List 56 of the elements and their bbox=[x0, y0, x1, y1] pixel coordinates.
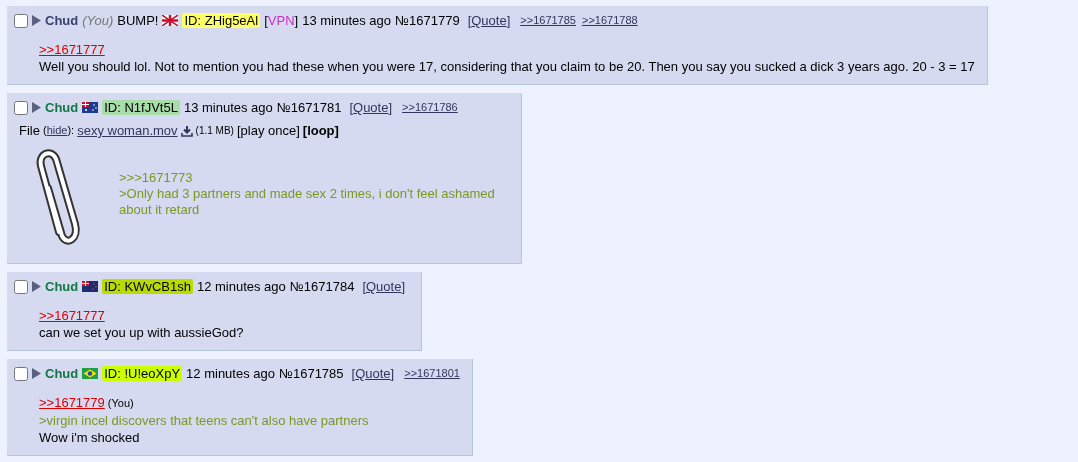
download-icon[interactable] bbox=[180, 124, 193, 137]
post-number[interactable]: №1671784 bbox=[289, 279, 355, 294]
poster-id: ID: N1fJVt5L bbox=[102, 100, 180, 115]
post-number[interactable]: №1671785 bbox=[279, 366, 344, 381]
poster-id: ID: !U!eoXpY bbox=[102, 366, 183, 381]
post-checkbox[interactable] bbox=[14, 279, 28, 294]
quote-link[interactable]: [Quote] bbox=[351, 366, 395, 381]
post-text: can we set you up with aussieGod? bbox=[39, 324, 244, 341]
flag-icon bbox=[82, 102, 99, 113]
reply-link[interactable]: >>1671779 bbox=[39, 394, 105, 411]
flag-icon bbox=[162, 15, 179, 26]
quote-link[interactable]: [Quote] bbox=[467, 13, 511, 28]
file-link[interactable]: sexy woman.mov bbox=[77, 123, 178, 138]
you-label: (You) bbox=[107, 396, 134, 411]
greentext-line: >>>1671773 bbox=[119, 170, 194, 186]
poster-id: ID: KWvCB1sh bbox=[102, 279, 193, 294]
expand-icon[interactable] bbox=[32, 281, 41, 292]
post-time: 12 minutes ago bbox=[196, 279, 286, 294]
post-checkbox[interactable] bbox=[14, 366, 28, 381]
vpn-tag: [VPN] bbox=[264, 13, 299, 28]
poster-id: ID: ZHig5eAl bbox=[182, 13, 261, 28]
hide-link[interactable]: (hide): bbox=[42, 123, 75, 138]
play-once-link[interactable]: [play once] bbox=[236, 123, 300, 138]
greentext-line: >virgin incel discovers that teens can't also have partners bbox=[39, 412, 369, 429]
loop-link[interactable]: [loop] bbox=[302, 123, 339, 138]
file-label: File bbox=[19, 123, 40, 138]
greentext-line: >Only had 3 partners and made sex 2 times, i don't feel ashamed about it retard bbox=[119, 186, 496, 218]
poster-name: Chud bbox=[45, 279, 79, 294]
post-number[interactable]: №1671779 bbox=[395, 13, 460, 28]
post-time: 12 minutes ago bbox=[186, 366, 275, 381]
expand-icon[interactable] bbox=[32, 368, 41, 379]
poster-name: Chud bbox=[45, 100, 79, 115]
poster-name: Chud bbox=[45, 366, 79, 381]
post-text: Well you should lol. Not to mention you had these when you were 17, considering that you claim to be 20. Then you say you sucked a dick 3 years ago. 20 - 3 = 17 bbox=[39, 58, 975, 75]
flag-icon bbox=[82, 281, 99, 292]
flag-icon bbox=[82, 368, 99, 379]
you-label: (You) bbox=[82, 13, 114, 28]
post-text: Wow i'm shocked bbox=[39, 429, 141, 446]
backlink[interactable]: >>1671786 bbox=[402, 100, 458, 115]
quote-link[interactable]: [Quote] bbox=[349, 100, 393, 115]
poster-name: Chud bbox=[45, 13, 79, 28]
expand-icon[interactable] bbox=[32, 15, 41, 26]
reply-link[interactable]: >>1671777 bbox=[39, 41, 105, 58]
post-number[interactable]: №1671781 bbox=[276, 100, 342, 115]
backlink[interactable]: >>1671785 bbox=[520, 13, 576, 28]
reply-link[interactable]: >>1671777 bbox=[39, 307, 105, 324]
post-checkbox[interactable] bbox=[14, 100, 28, 115]
quote-link[interactable]: [Quote] bbox=[362, 279, 406, 294]
post-subject: BUMP! bbox=[117, 13, 159, 28]
backlink[interactable]: >>1671801 bbox=[404, 366, 460, 381]
post-checkbox[interactable] bbox=[14, 13, 28, 28]
post-time: 13 minutes ago bbox=[302, 13, 392, 28]
post-time: 13 minutes ago bbox=[183, 100, 273, 115]
backlink[interactable]: >>1671788 bbox=[581, 13, 638, 28]
expand-icon[interactable] bbox=[32, 102, 41, 113]
file-size: (1.1 MB) bbox=[195, 124, 234, 138]
